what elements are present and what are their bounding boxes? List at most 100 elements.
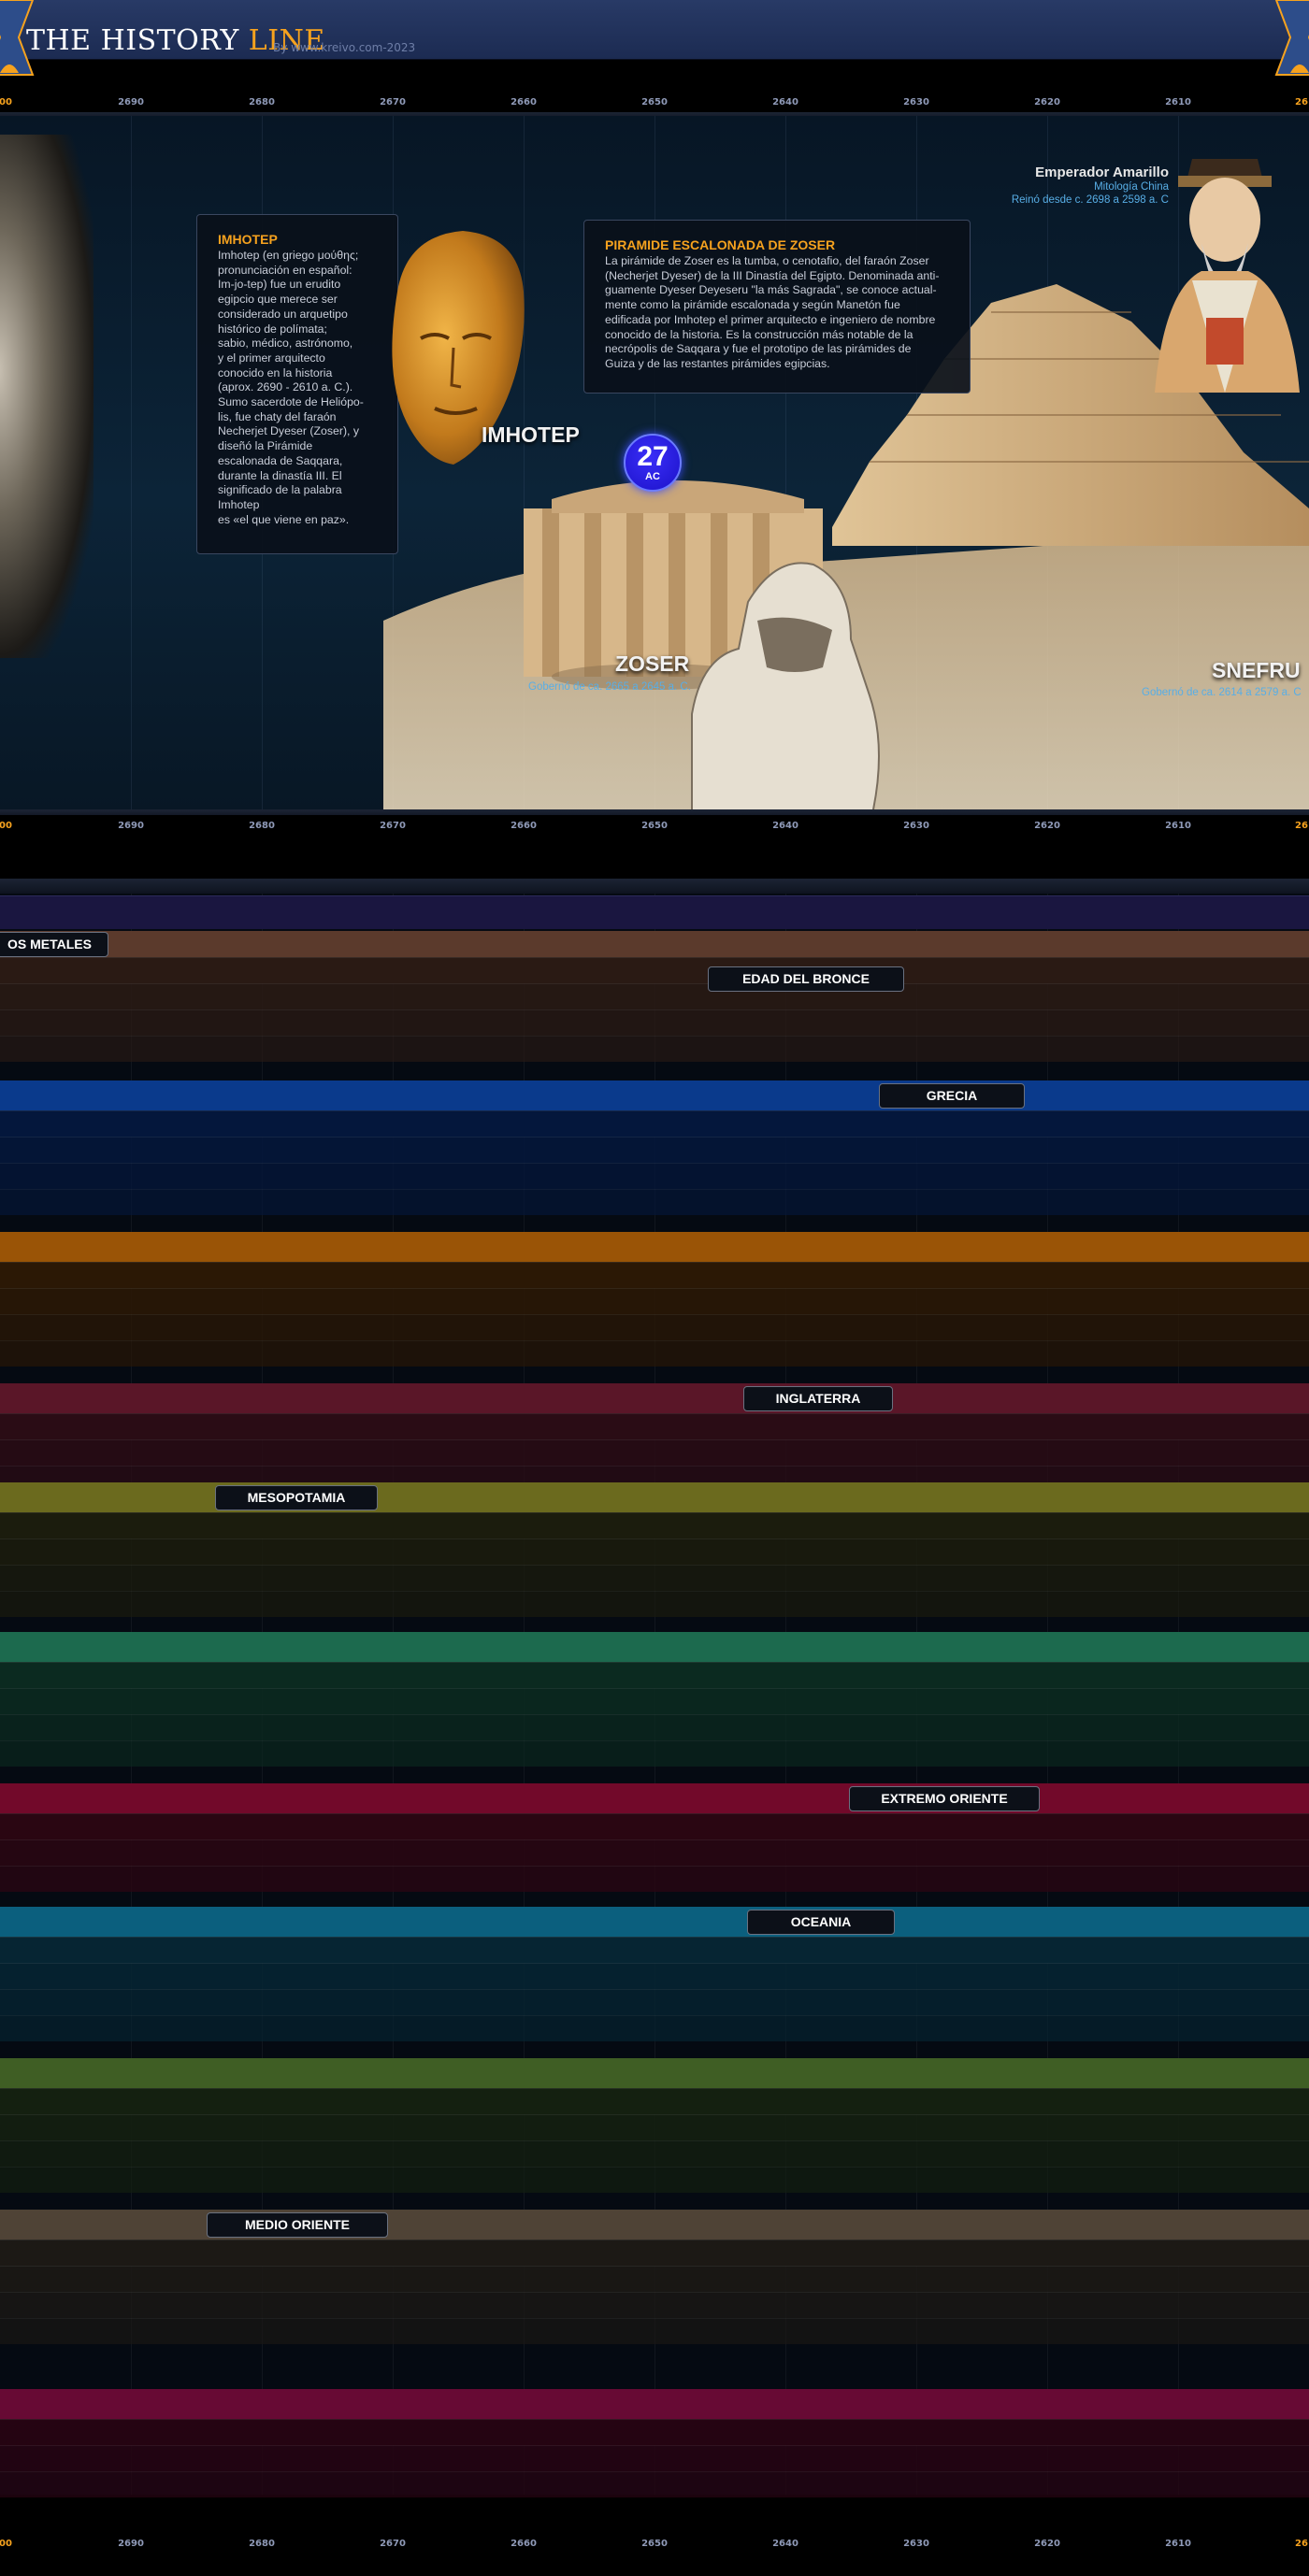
ruler-tick: 2620: [1034, 821, 1060, 831]
grid-line: [131, 116, 132, 809]
ruler-tick: 2670: [380, 821, 406, 831]
band-header: [0, 2058, 1309, 2088]
ruler-tick: 2660: [511, 2539, 537, 2549]
emperor-name: Emperador Amarillo: [1035, 165, 1169, 180]
ruler-tick: 2690: [118, 821, 144, 831]
ruler-tick: 2620: [1034, 97, 1060, 107]
band-row: [0, 1740, 1309, 1767]
band-row: [0, 1262, 1309, 1288]
band-row: [0, 2114, 1309, 2140]
ruler-tick: 2620: [1034, 2539, 1060, 2549]
snefru-reign: Gobernó de ca. 2614 a 2579 a. C: [1142, 687, 1302, 698]
ruler-tick: 2650: [641, 821, 668, 831]
info-text: La pirámide de Zoser es la tumba, o ceno…: [605, 254, 940, 370]
ruler-tick: 2630: [903, 97, 929, 107]
band-row: [0, 1163, 1309, 1189]
ruler-tick: 2680: [249, 97, 275, 107]
band-label-inglaterra[interactable]: INGLATERRA: [743, 1386, 893, 1411]
ruler-tick: 2680: [249, 821, 275, 831]
band-row: [0, 1688, 1309, 1714]
timeline-ruler-middle: 00 2690 2680 2670 2660 2650 2640 2630 2620 2610 26: [0, 815, 1309, 841]
band-row: [0, 1591, 1309, 1617]
band-label-metales[interactable]: OS METALES: [0, 932, 108, 957]
zoser-reign: Gobernó de ca. 2665 a 2645 a. C.: [528, 681, 691, 693]
band-header: [0, 1383, 1309, 1413]
ruler-tick: 2630: [903, 821, 929, 831]
ruler-tick: 2660: [511, 97, 537, 107]
band-row: [0, 1137, 1309, 1163]
band-label-grecia[interactable]: GRECIA: [879, 1083, 1025, 1109]
ruler-tick: 2630: [903, 2539, 929, 2549]
zoser-name: ZOSER: [615, 651, 690, 676]
band-label-medio[interactable]: MEDIO ORIENTE: [207, 2212, 388, 2238]
band-row: [0, 957, 1309, 983]
emperor-reign: Reinó desde c. 2698 a 2598 a. C: [1011, 194, 1169, 206]
ruler-tick: 2610: [1165, 97, 1191, 107]
band-row: [0, 983, 1309, 1009]
emperor-subtitle: Mitología China: [1094, 181, 1169, 193]
band-oriente: [0, 1783, 1309, 1892]
band-grecia: [0, 1080, 1309, 1215]
info-title: PIRAMIDE ESCALONADA DE ZOSER: [605, 237, 836, 252]
ruler-tick: 2690: [118, 97, 144, 107]
band-row: [0, 1288, 1309, 1314]
band-row: [0, 2471, 1309, 2497]
band-row: [0, 1538, 1309, 1565]
band-row: [0, 1512, 1309, 1538]
band-row: [0, 2015, 1309, 2041]
pyramid-info-box: PIRAMIDE ESCALONADA DE ZOSER La pirámide…: [583, 220, 971, 394]
band-row: [0, 1839, 1309, 1866]
statue-image: [0, 135, 94, 658]
band-header: [0, 1232, 1309, 1262]
band-header: [0, 931, 1309, 957]
ruler-tick: 2650: [641, 97, 668, 107]
ruler-tick: 2610: [1165, 821, 1191, 831]
band-medio: [0, 2210, 1309, 2344]
band-row: [0, 2167, 1309, 2193]
hero-panel: IMHOTEP Imhotep (en griego μούθης; pronu…: [0, 116, 1309, 809]
band-row: [0, 1110, 1309, 1137]
band-header: [0, 1783, 1309, 1813]
band-america: [0, 2058, 1309, 2193]
band-label-oceania[interactable]: OCEANIA: [747, 1910, 895, 1935]
hourglass-icon: [1274, 0, 1309, 76]
band-row: [0, 1813, 1309, 1839]
emperor-caption: Emperador Amarillo Mitología China Reinó…: [1012, 165, 1169, 207]
band-row: [0, 2088, 1309, 2114]
ruler-tick: 26: [1295, 97, 1308, 107]
band-row: [0, 1036, 1309, 1062]
band-label-oriente[interactable]: EXTREMO ORIENTE: [849, 1786, 1040, 1811]
ruler-tick: 2640: [772, 2539, 798, 2549]
band-strip: [0, 895, 1309, 929]
ruler-tick: 00: [0, 821, 12, 831]
band-oceania: [0, 1907, 1309, 2041]
ruler-tick: 2680: [249, 2539, 275, 2549]
band-row: [0, 1963, 1309, 1989]
info-text: Imhotep (en griego μούθης; pronunciación…: [218, 249, 364, 526]
band-africa: [0, 2389, 1309, 2497]
band-row: [0, 1340, 1309, 1367]
band-row: [0, 2140, 1309, 2167]
band-row: [0, 1314, 1309, 1340]
band-row: [0, 2445, 1309, 2471]
band-egipto: [0, 1232, 1309, 1367]
band-header: [0, 1482, 1309, 1512]
century-badge[interactable]: 27 AC: [624, 434, 682, 492]
band-row: [0, 2318, 1309, 2344]
timeline-ruler-bottom: 00 2690 2680 2670 2660 2650 2640 2630 2620 2610 26: [0, 2533, 1309, 2559]
band-row: [0, 1189, 1309, 1215]
byline: By www.kreivo.com-2023: [273, 41, 416, 54]
band-header: [0, 1080, 1309, 1110]
ruler-tick: 2640: [772, 821, 798, 831]
band-label-mesopotamia[interactable]: MESOPOTAMIA: [215, 1485, 378, 1510]
ruler-tick: 2690: [118, 2539, 144, 2549]
ruler-tick: 2640: [772, 97, 798, 107]
ruler-tick: 2660: [511, 821, 537, 831]
band-metales: [0, 931, 1309, 1062]
ruler-bar: [0, 879, 1309, 894]
band-row: [0, 2240, 1309, 2266]
band-header: [0, 2389, 1309, 2419]
ruler-tick: 2670: [380, 97, 406, 107]
band-label-bronce[interactable]: EDAD DEL BRONCE: [708, 966, 904, 992]
band-header: [0, 1907, 1309, 1937]
